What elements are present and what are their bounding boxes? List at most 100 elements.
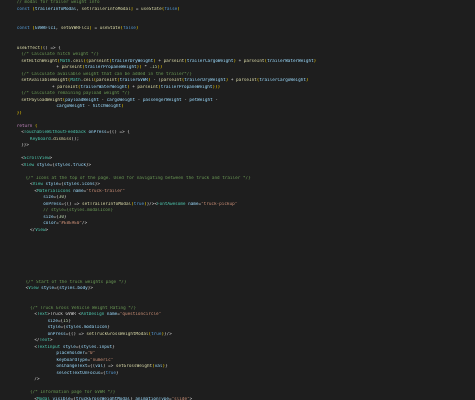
- code-token: setGVWRFlc1: [60, 26, 90, 31]
- code-token: color: [43, 221, 57, 226]
- code-token: >: [49, 338, 53, 343]
- code-token: size: [43, 195, 54, 200]
- code-token: petWeight: [189, 97, 213, 103]
- code-token: +: [155, 58, 164, 64]
- code-token: -: [98, 97, 107, 103]
- code-token: false: [122, 26, 136, 31]
- code-token: >: [189, 396, 193, 400]
- code-token: input: [99, 344, 113, 350]
- code-token: View: [28, 286, 39, 291]
- code-token: trailerWaterWeight: [80, 84, 128, 90]
- code-token: />: [34, 377, 40, 382]
- code-token: "questioncircle": [119, 312, 162, 317]
- code-token: parseInt: [243, 58, 265, 64]
- code-area[interactable]: // modal for trailer weight info const [t…: [0, 0, 475, 400]
- code-token: modalIcon: [83, 325, 108, 330]
- code-token: {/* Icons at the top of the page. Used f…: [25, 175, 251, 181]
- code-token: {/* Information page for GVWR */}: [30, 390, 116, 395]
- code-token: Modal: [36, 396, 50, 400]
- code-token: ={() =>: [65, 331, 87, 337]
- code-token: ={() =>: [61, 201, 82, 207]
- code-token: }: [115, 370, 119, 376]
- code-token: setHitchWeight: [21, 58, 58, 64]
- code-editor[interactable]: // modal for trailer weight info const [t…: [0, 0, 475, 400]
- code-token: Math: [60, 58, 71, 64]
- code-token: "truck-trailer": [86, 188, 125, 194]
- code-token: trailerCargoWeight: [186, 58, 234, 64]
- code-token: ): [121, 104, 124, 109]
- code-token: >: [49, 156, 53, 161]
- code-token: styles: [63, 182, 80, 187]
- code-token: =: [133, 6, 142, 12]
- code-token: ) =>: [102, 364, 116, 369]
- code-token: setTrailerInfoModal: [81, 6, 131, 12]
- code-token: onPress: [43, 201, 62, 207]
- code-token: parseInt: [160, 78, 182, 83]
- code-token: "0": [87, 351, 96, 356]
- code-token: cargoWeight: [56, 104, 85, 109]
- code-token: style: [60, 344, 76, 350]
- code-token: body: [77, 286, 88, 291]
- code-token: {/* Calculate hitch weight */}: [21, 52, 99, 57]
- code-token: View: [23, 162, 35, 168]
- code-token: -: [212, 97, 218, 103]
- code-token: TouchableWithoutFeedback: [23, 130, 86, 135]
- code-token: cargoWeight: [106, 97, 136, 103]
- code-token: animationType: [132, 396, 169, 400]
- code-token: ScrollView: [23, 156, 50, 161]
- code-token: trailerDryWeight: [184, 78, 226, 83]
- code-token: style: [42, 182, 59, 187]
- code-token: val: [95, 364, 103, 369]
- code-token: return: [16, 123, 35, 129]
- code-token: Text: [36, 312, 48, 317]
- code-token: ): [305, 78, 309, 83]
- code-token: -: [135, 97, 143, 103]
- code-token: }/>: [164, 331, 172, 337]
- code-token: false: [164, 6, 178, 12]
- code-token: // modal for trailer weight info: [16, 0, 100, 5]
- code-token: +: [236, 58, 244, 64]
- code-token: "slide": [171, 396, 190, 400]
- code-token: {/* Calculate available weight that can …: [21, 71, 192, 77]
- code-token: Math: [70, 78, 81, 83]
- code-token: ): [177, 6, 180, 12]
- code-token: trailerPropaneWeight: [84, 65, 137, 70]
- code-token: name: [185, 201, 199, 207]
- code-token: parseInt: [163, 58, 185, 64]
- code-token: trailerInfoModal: [34, 6, 77, 12]
- code-token: selectTextOnFocus: [56, 370, 101, 376]
- code-token: (: [34, 123, 38, 129]
- code-token: GVWRFlc1: [34, 26, 56, 31]
- code-line[interactable]: <Modal visible={truckGrossWeightModal} a…: [0, 397, 475, 400]
- code-token: ): [313, 58, 317, 64]
- code-token: ();: [71, 136, 80, 142]
- code-token: }>: [85, 162, 92, 168]
- code-token: Truck GVWR: [49, 312, 79, 317]
- code-token: ): [135, 26, 139, 31]
- code-token: parseInt: [96, 78, 117, 83]
- code-token: "numeric": [90, 357, 114, 363]
- code-token: }: [63, 195, 67, 200]
- code-token: payloadWeight: [65, 97, 99, 103]
- code-token: name: [104, 312, 118, 317]
- code-token: () => {: [42, 45, 61, 51]
- code-token: style: [47, 325, 61, 330]
- code-token: }}>: [21, 143, 29, 148]
- code-token: =: [91, 26, 100, 31]
- code-token: trailerGVWR: [119, 78, 149, 83]
- code-token: // style={styles.modalIcon}: [43, 208, 114, 213]
- code-token: parseInt: [57, 84, 78, 90]
- code-token: "truck-pickup": [201, 201, 238, 207]
- code-token: hitchWeight: [92, 104, 122, 109]
- code-token: - (: [150, 78, 161, 83]
- code-token: parseInt: [236, 78, 257, 83]
- code-token: *: [141, 65, 150, 70]
- code-token: View: [32, 182, 43, 187]
- code-token: }: [165, 364, 168, 369]
- code-token: Keyboard: [30, 136, 51, 142]
- code-token: trailerCargoWeight: [259, 78, 306, 83]
- code-token: "#E8E9E0": [58, 221, 83, 226]
- code-token: }>: [94, 182, 100, 187]
- code-token: TextInput: [36, 344, 61, 350]
- code-token: }: [68, 318, 71, 324]
